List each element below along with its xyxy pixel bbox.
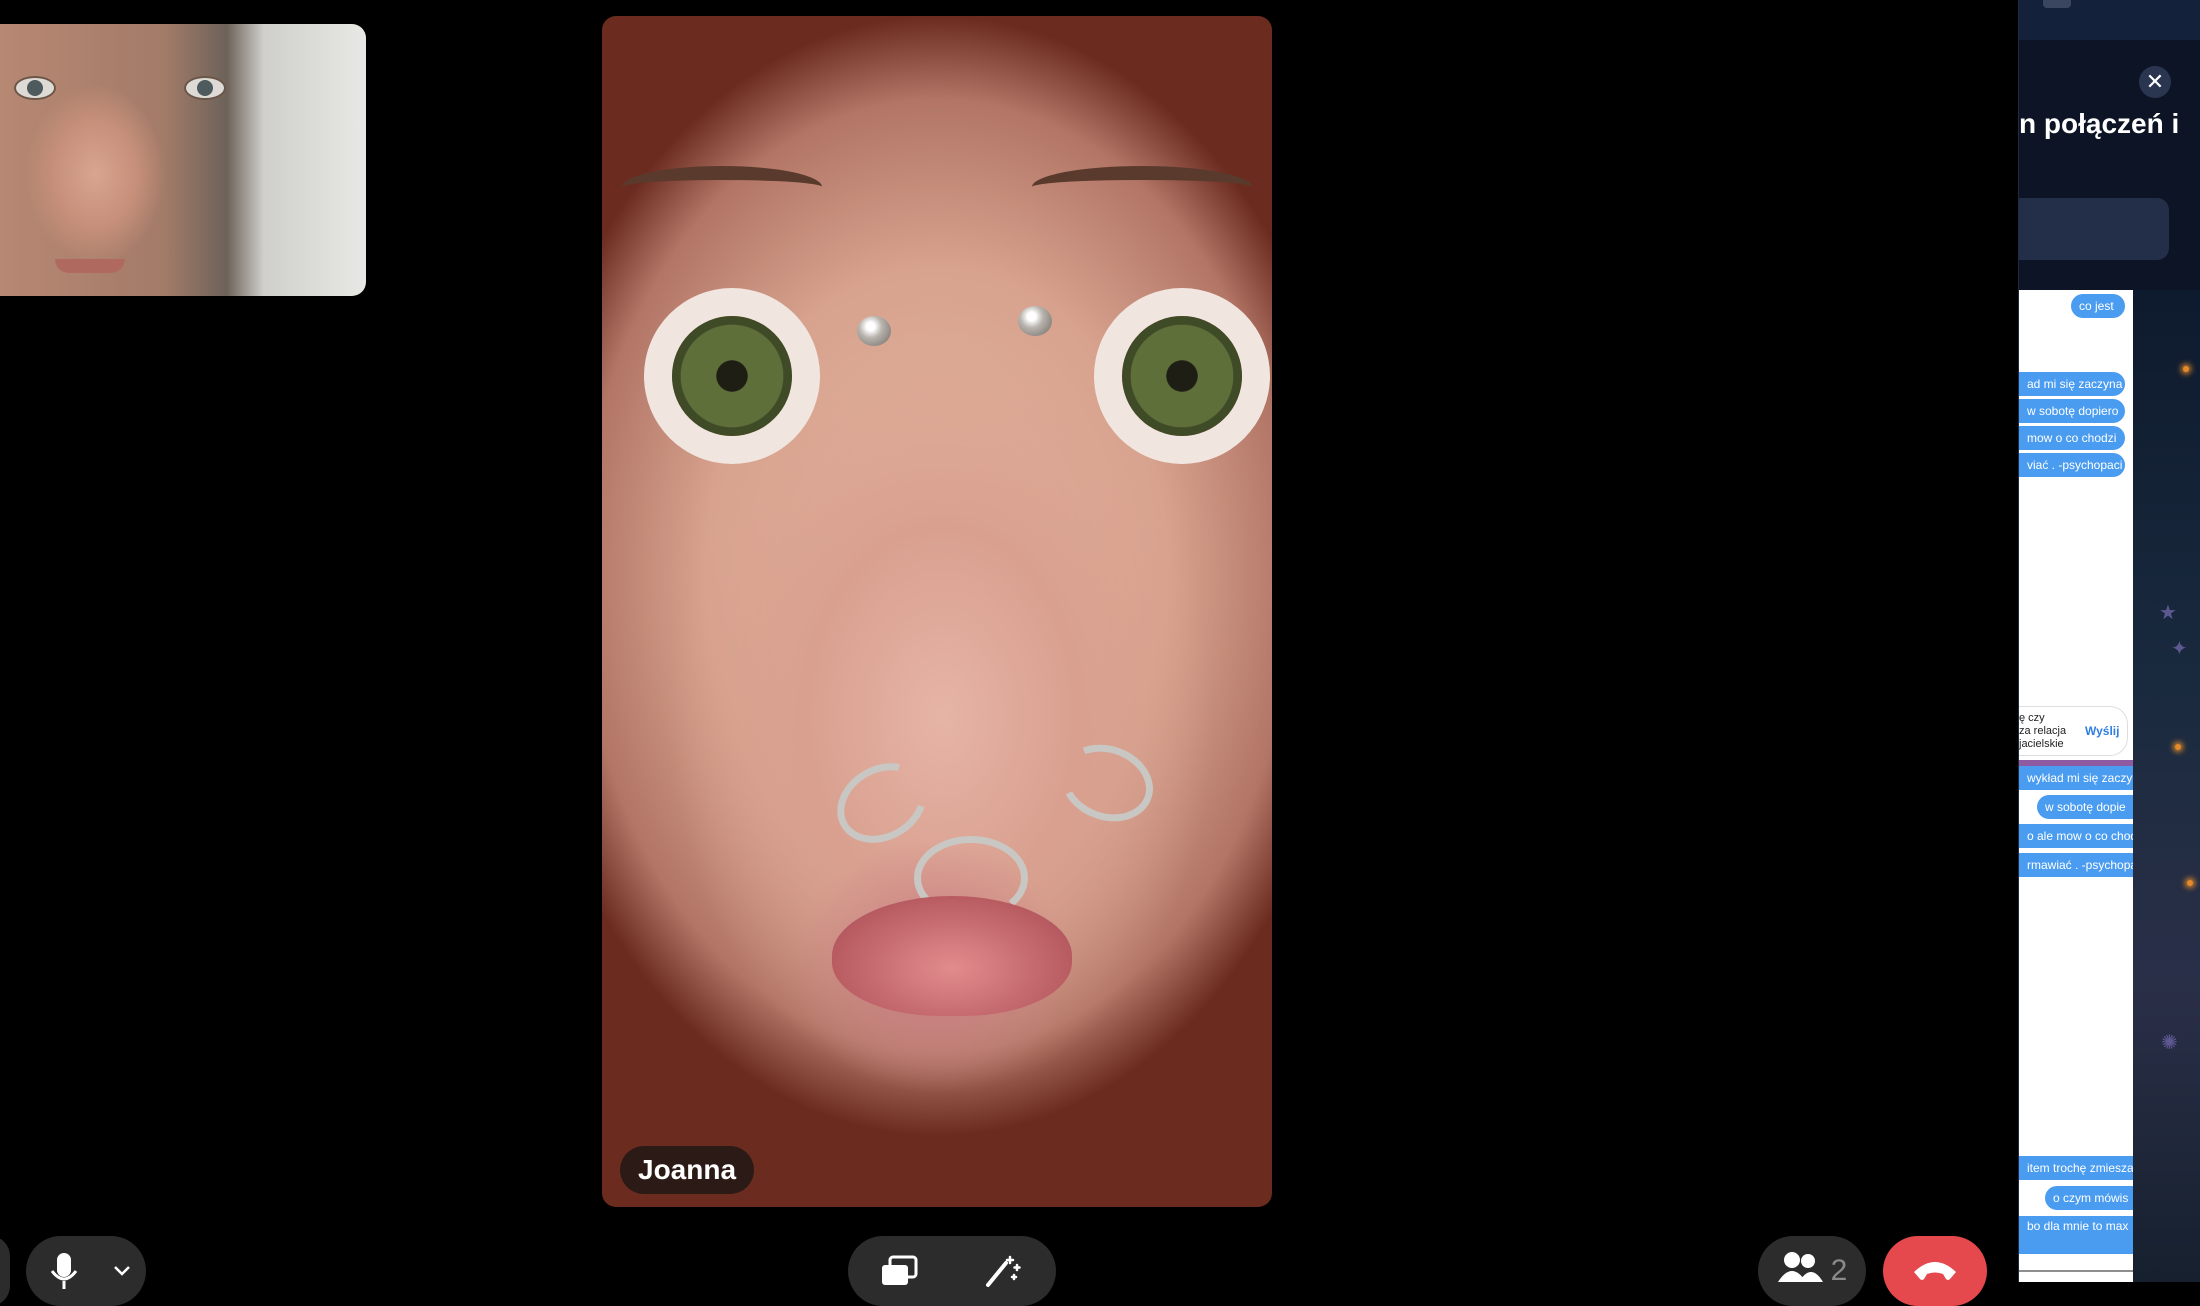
audio-options-button[interactable] (102, 1236, 142, 1306)
close-panel-button[interactable]: ✕ (2139, 66, 2171, 98)
right-eyebrow (1032, 166, 1252, 208)
star-decoration: ✺ (2161, 1032, 2178, 1054)
effects-button[interactable] (964, 1236, 1044, 1306)
lips (832, 896, 1072, 1016)
effects-icon (984, 1253, 1024, 1289)
chat-message[interactable]: viać . -psychopaci (2019, 453, 2125, 477)
phone-hangup-icon (1910, 1254, 1960, 1289)
people-icon (1777, 1250, 1823, 1292)
chat-message[interactable]: ad mi się zaczyna (2019, 372, 2125, 396)
bridge-piercing-left (857, 316, 891, 346)
chat-message[interactable]: bo dla mnie to max (2019, 1216, 2133, 1254)
chat-message[interactable]: o czym mówis (2045, 1186, 2133, 1210)
bridge-piercing-right (1018, 306, 1052, 336)
right-eye (1122, 316, 1242, 436)
side-panel-heading: n połączeń i (2019, 108, 2180, 139)
media-control-group (848, 1236, 1056, 1306)
side-panel: ✕ n połączeń i ★ ✦ ✺ co jest ad mi się z… (2018, 0, 2200, 1282)
self-view-mouth (55, 259, 125, 273)
self-view-left-eye (14, 76, 56, 100)
chat-message[interactable]: o ale mow o co chod (2019, 824, 2133, 848)
mic-control-group (26, 1236, 146, 1306)
screen-share-icon (880, 1253, 920, 1289)
nose-ring-right (1050, 732, 1164, 834)
star-decoration: ★ (2159, 602, 2177, 624)
send-button[interactable]: Wyślij (2085, 724, 2119, 738)
participants-button[interactable]: 2 (1758, 1236, 1866, 1306)
left-eyebrow (622, 166, 822, 208)
chevron-down-icon (113, 1265, 131, 1277)
chat-background-art: ★ ✦ ✺ (2131, 290, 2200, 1282)
participant-count: 2 (1830, 1254, 1848, 1287)
topbar-chip[interactable] (2043, 0, 2071, 8)
self-view-right-eye (184, 76, 226, 100)
self-view-video[interactable] (0, 24, 366, 296)
left-eye (672, 316, 792, 436)
microphone-icon (49, 1251, 79, 1291)
message-composer[interactable]: ę czy za relacja jacielskie Wyślij (2019, 706, 2128, 756)
nose-ring-left (822, 747, 942, 859)
mute-button[interactable] (26, 1236, 102, 1306)
chat-message[interactable]: mow o co chodzi (2019, 426, 2125, 450)
remote-video[interactable] (602, 16, 1272, 1207)
share-screen-button[interactable] (860, 1236, 940, 1306)
chat-message[interactable]: item trochę zmiesza (2019, 1156, 2133, 1180)
composer-text[interactable]: ę czy za relacja jacielskie (2019, 712, 2079, 751)
participant-name-tag: Joanna (620, 1146, 755, 1194)
chat-message[interactable]: w sobotę dopiero (2019, 399, 2125, 423)
chat-message[interactable]: co jest (2071, 294, 2125, 318)
chat-message[interactable]: wykład mi się zaczy (2019, 766, 2133, 790)
side-panel-input-field[interactable] (2019, 198, 2169, 260)
chat-message[interactable]: w sobotę dopie (2037, 795, 2133, 819)
chat-message[interactable]: rmawiać . -psychopa (2019, 853, 2133, 877)
side-panel-topbar (2019, 0, 2200, 40)
star-decoration: ✦ (2171, 638, 2188, 660)
glow-decoration (2183, 366, 2189, 372)
glow-decoration (2187, 880, 2193, 886)
end-call-button[interactable] (1883, 1236, 1987, 1306)
chat-bottom-divider (2019, 1270, 2133, 1272)
left-control-stub[interactable] (0, 1236, 10, 1306)
glow-decoration (2175, 744, 2181, 750)
